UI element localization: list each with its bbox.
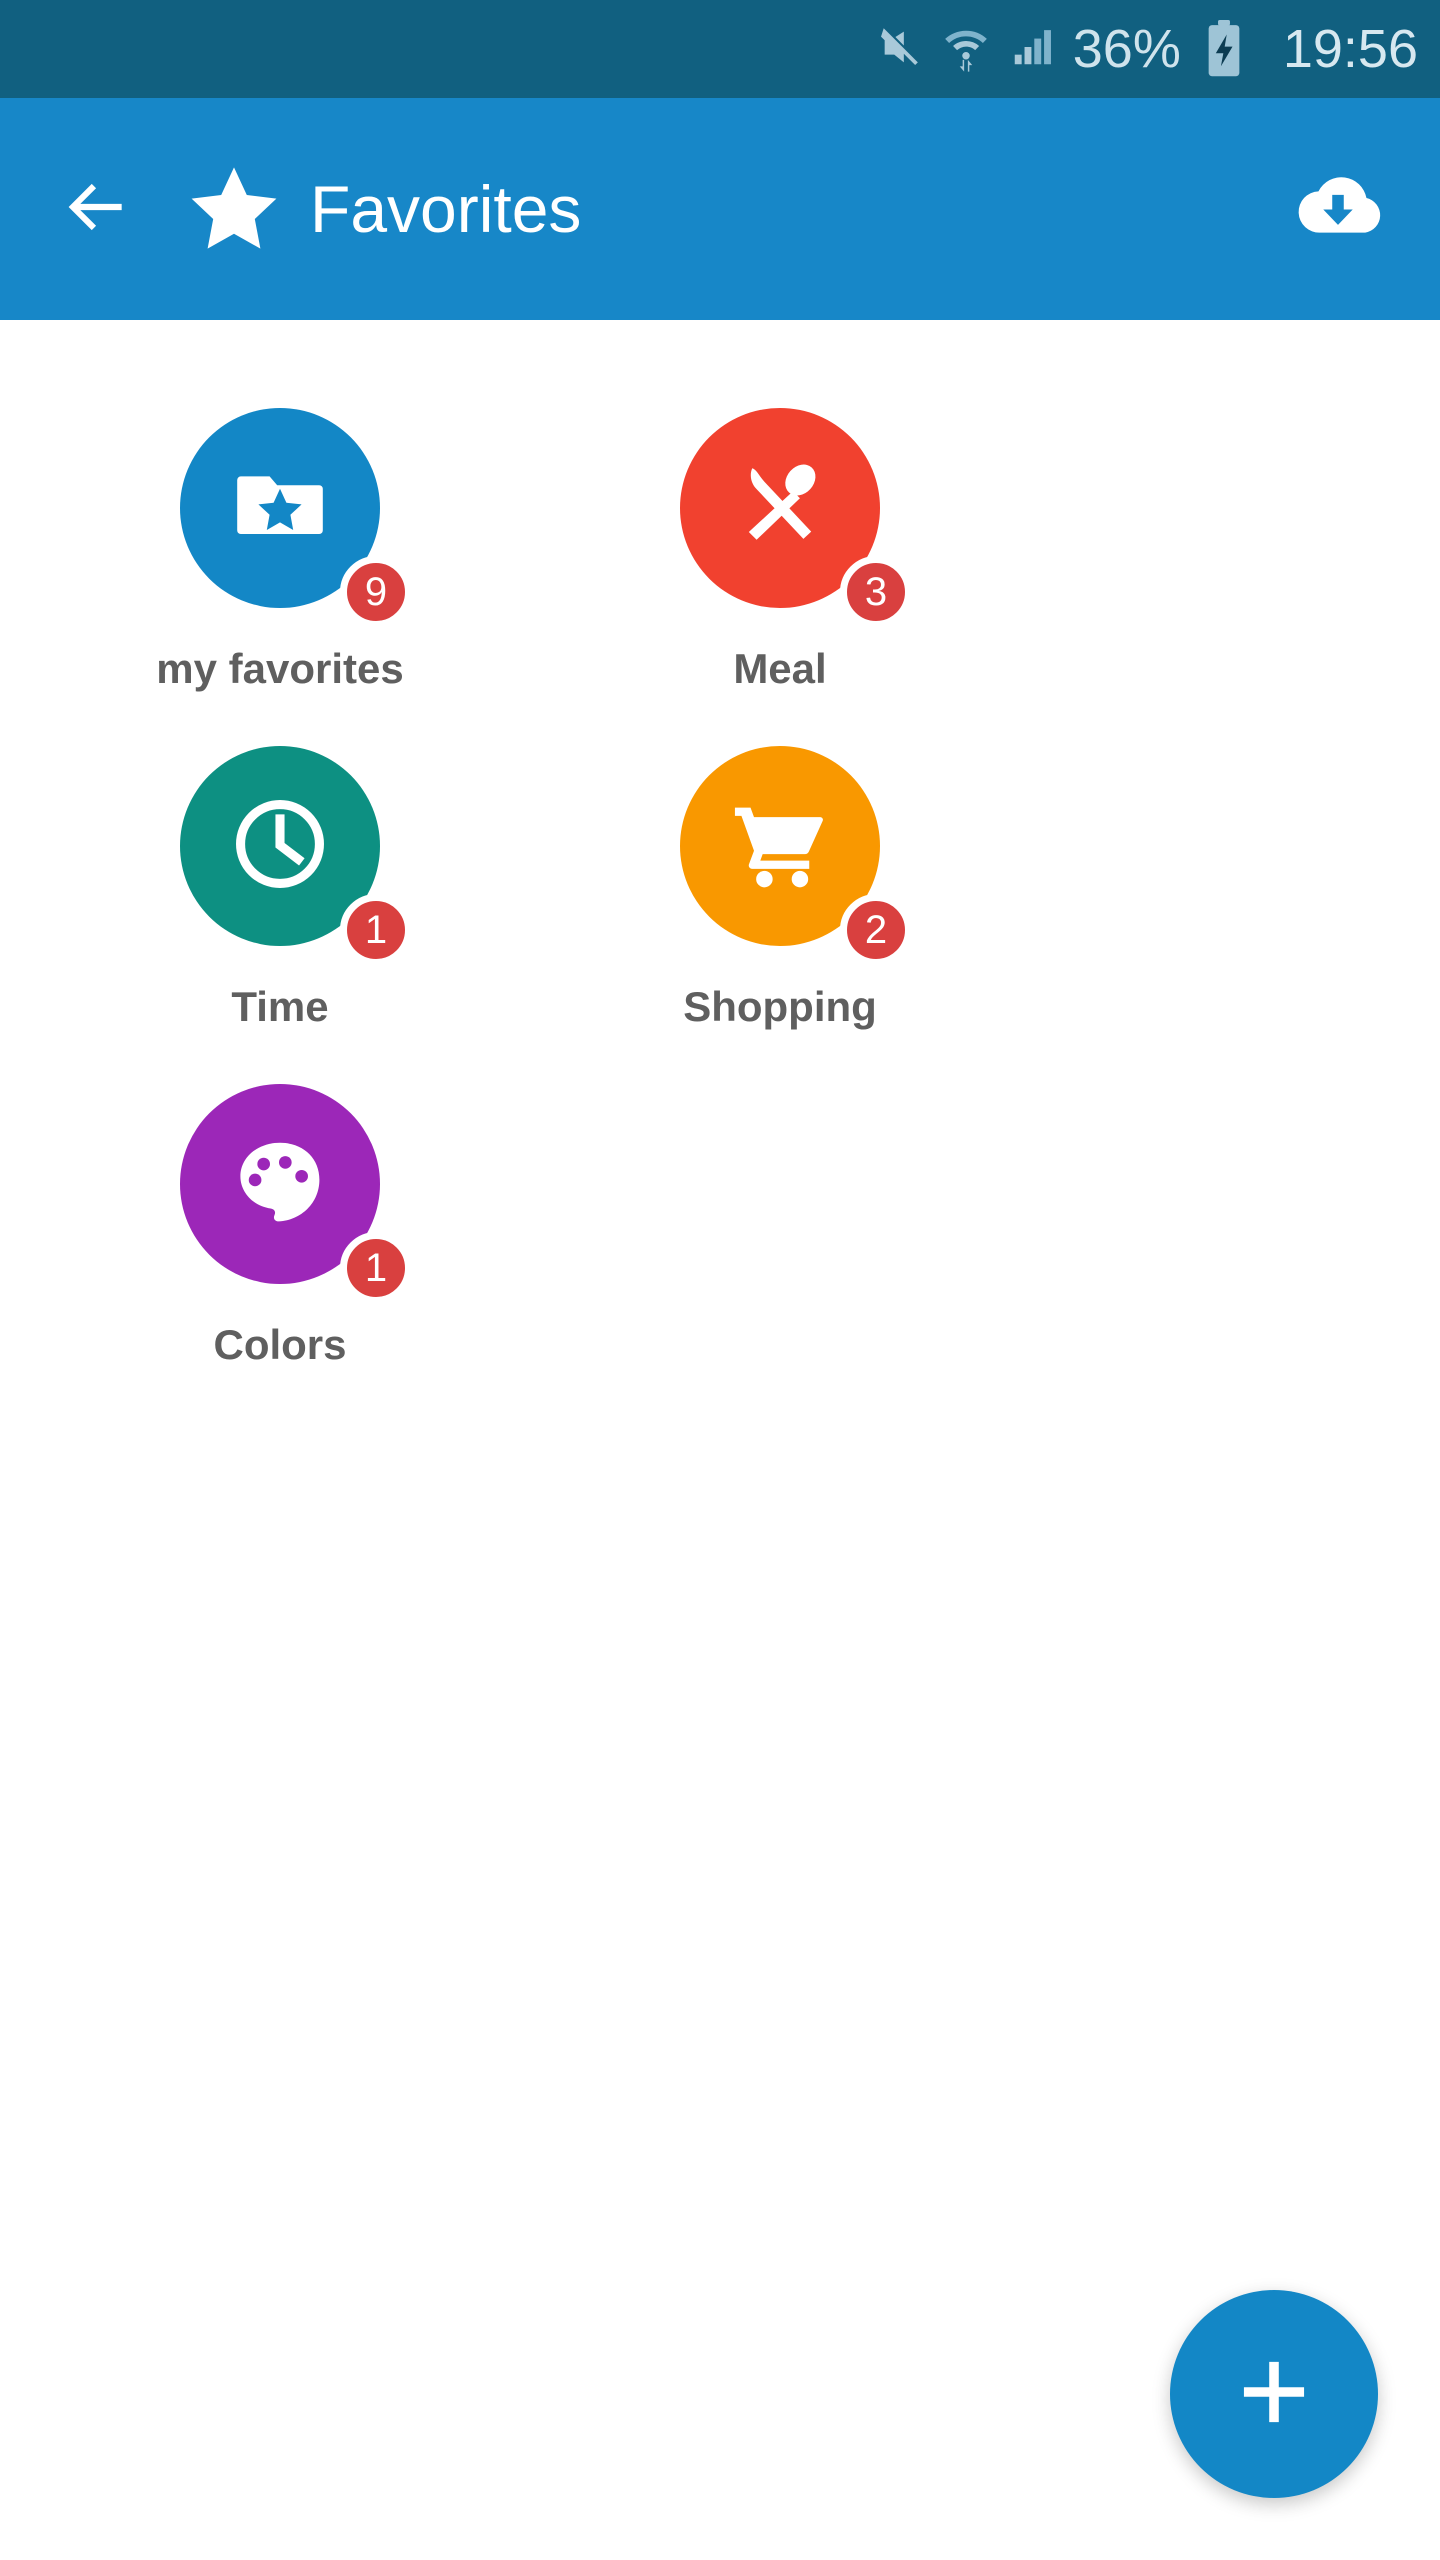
grid-item-my-favorites[interactable]: 9 my favorites xyxy=(60,408,500,690)
grid-item-time[interactable]: 1 Time xyxy=(60,746,500,1028)
palette-icon xyxy=(231,1133,329,1236)
status-clock: 19:56 xyxy=(1282,19,1418,79)
status-badge: 2 xyxy=(840,894,912,966)
status-badge: 1 xyxy=(340,1232,412,1304)
grid-item-meal[interactable]: 3 Meal xyxy=(560,408,1000,690)
folder-star-icon xyxy=(232,458,328,559)
back-arrow-icon xyxy=(60,170,134,249)
grid-item-label: my favorites xyxy=(156,645,404,692)
grid-item-label: Meal xyxy=(733,645,827,692)
grid-item-label: Time xyxy=(231,983,329,1030)
battery-percent-label: 36% xyxy=(1072,19,1181,79)
icon-badge-wrap: 9 xyxy=(180,408,412,628)
status-badge: 9 xyxy=(340,556,412,628)
star-icon xyxy=(186,161,282,257)
grid-item-label: Shopping xyxy=(683,983,877,1030)
clock-icon xyxy=(228,792,332,901)
battery-charging-icon xyxy=(1203,20,1245,78)
app-bar: Favorites xyxy=(0,98,1440,320)
category-grid: 9 my favorites 3 Meal 1 Time 2 Shopping … xyxy=(0,408,1440,1422)
mute-icon xyxy=(877,24,923,75)
status-badge: 3 xyxy=(840,556,912,628)
grid-item-colors[interactable]: 1 Colors xyxy=(60,1084,500,1366)
grid-item-shopping[interactable]: 2 Shopping xyxy=(560,746,1000,1028)
back-button[interactable] xyxy=(58,170,136,248)
plus-icon xyxy=(1233,2351,1315,2438)
icon-badge-wrap: 1 xyxy=(180,746,412,966)
icon-badge-wrap: 3 xyxy=(680,408,912,628)
add-button[interactable] xyxy=(1170,2290,1378,2498)
content-area: 9 my favorites 3 Meal 1 Time 2 Shopping … xyxy=(0,320,1440,2560)
wifi-icon xyxy=(941,22,991,77)
status-bar-icons: 36% 19:56 xyxy=(877,20,1418,78)
status-badge: 1 xyxy=(340,894,412,966)
shopping-cart-icon xyxy=(728,792,832,901)
status-bar: 36% 19:56 xyxy=(0,0,1440,98)
cloud-download-button[interactable] xyxy=(1288,159,1388,259)
knife-spoon-icon xyxy=(728,454,832,563)
grid-item-label: Colors xyxy=(213,1321,347,1368)
icon-badge-wrap: 2 xyxy=(680,746,912,966)
signal-icon xyxy=(1009,24,1055,75)
cloud-download-icon xyxy=(1290,169,1386,250)
icon-badge-wrap: 1 xyxy=(180,1084,412,1304)
page-title: Favorites xyxy=(310,172,582,246)
